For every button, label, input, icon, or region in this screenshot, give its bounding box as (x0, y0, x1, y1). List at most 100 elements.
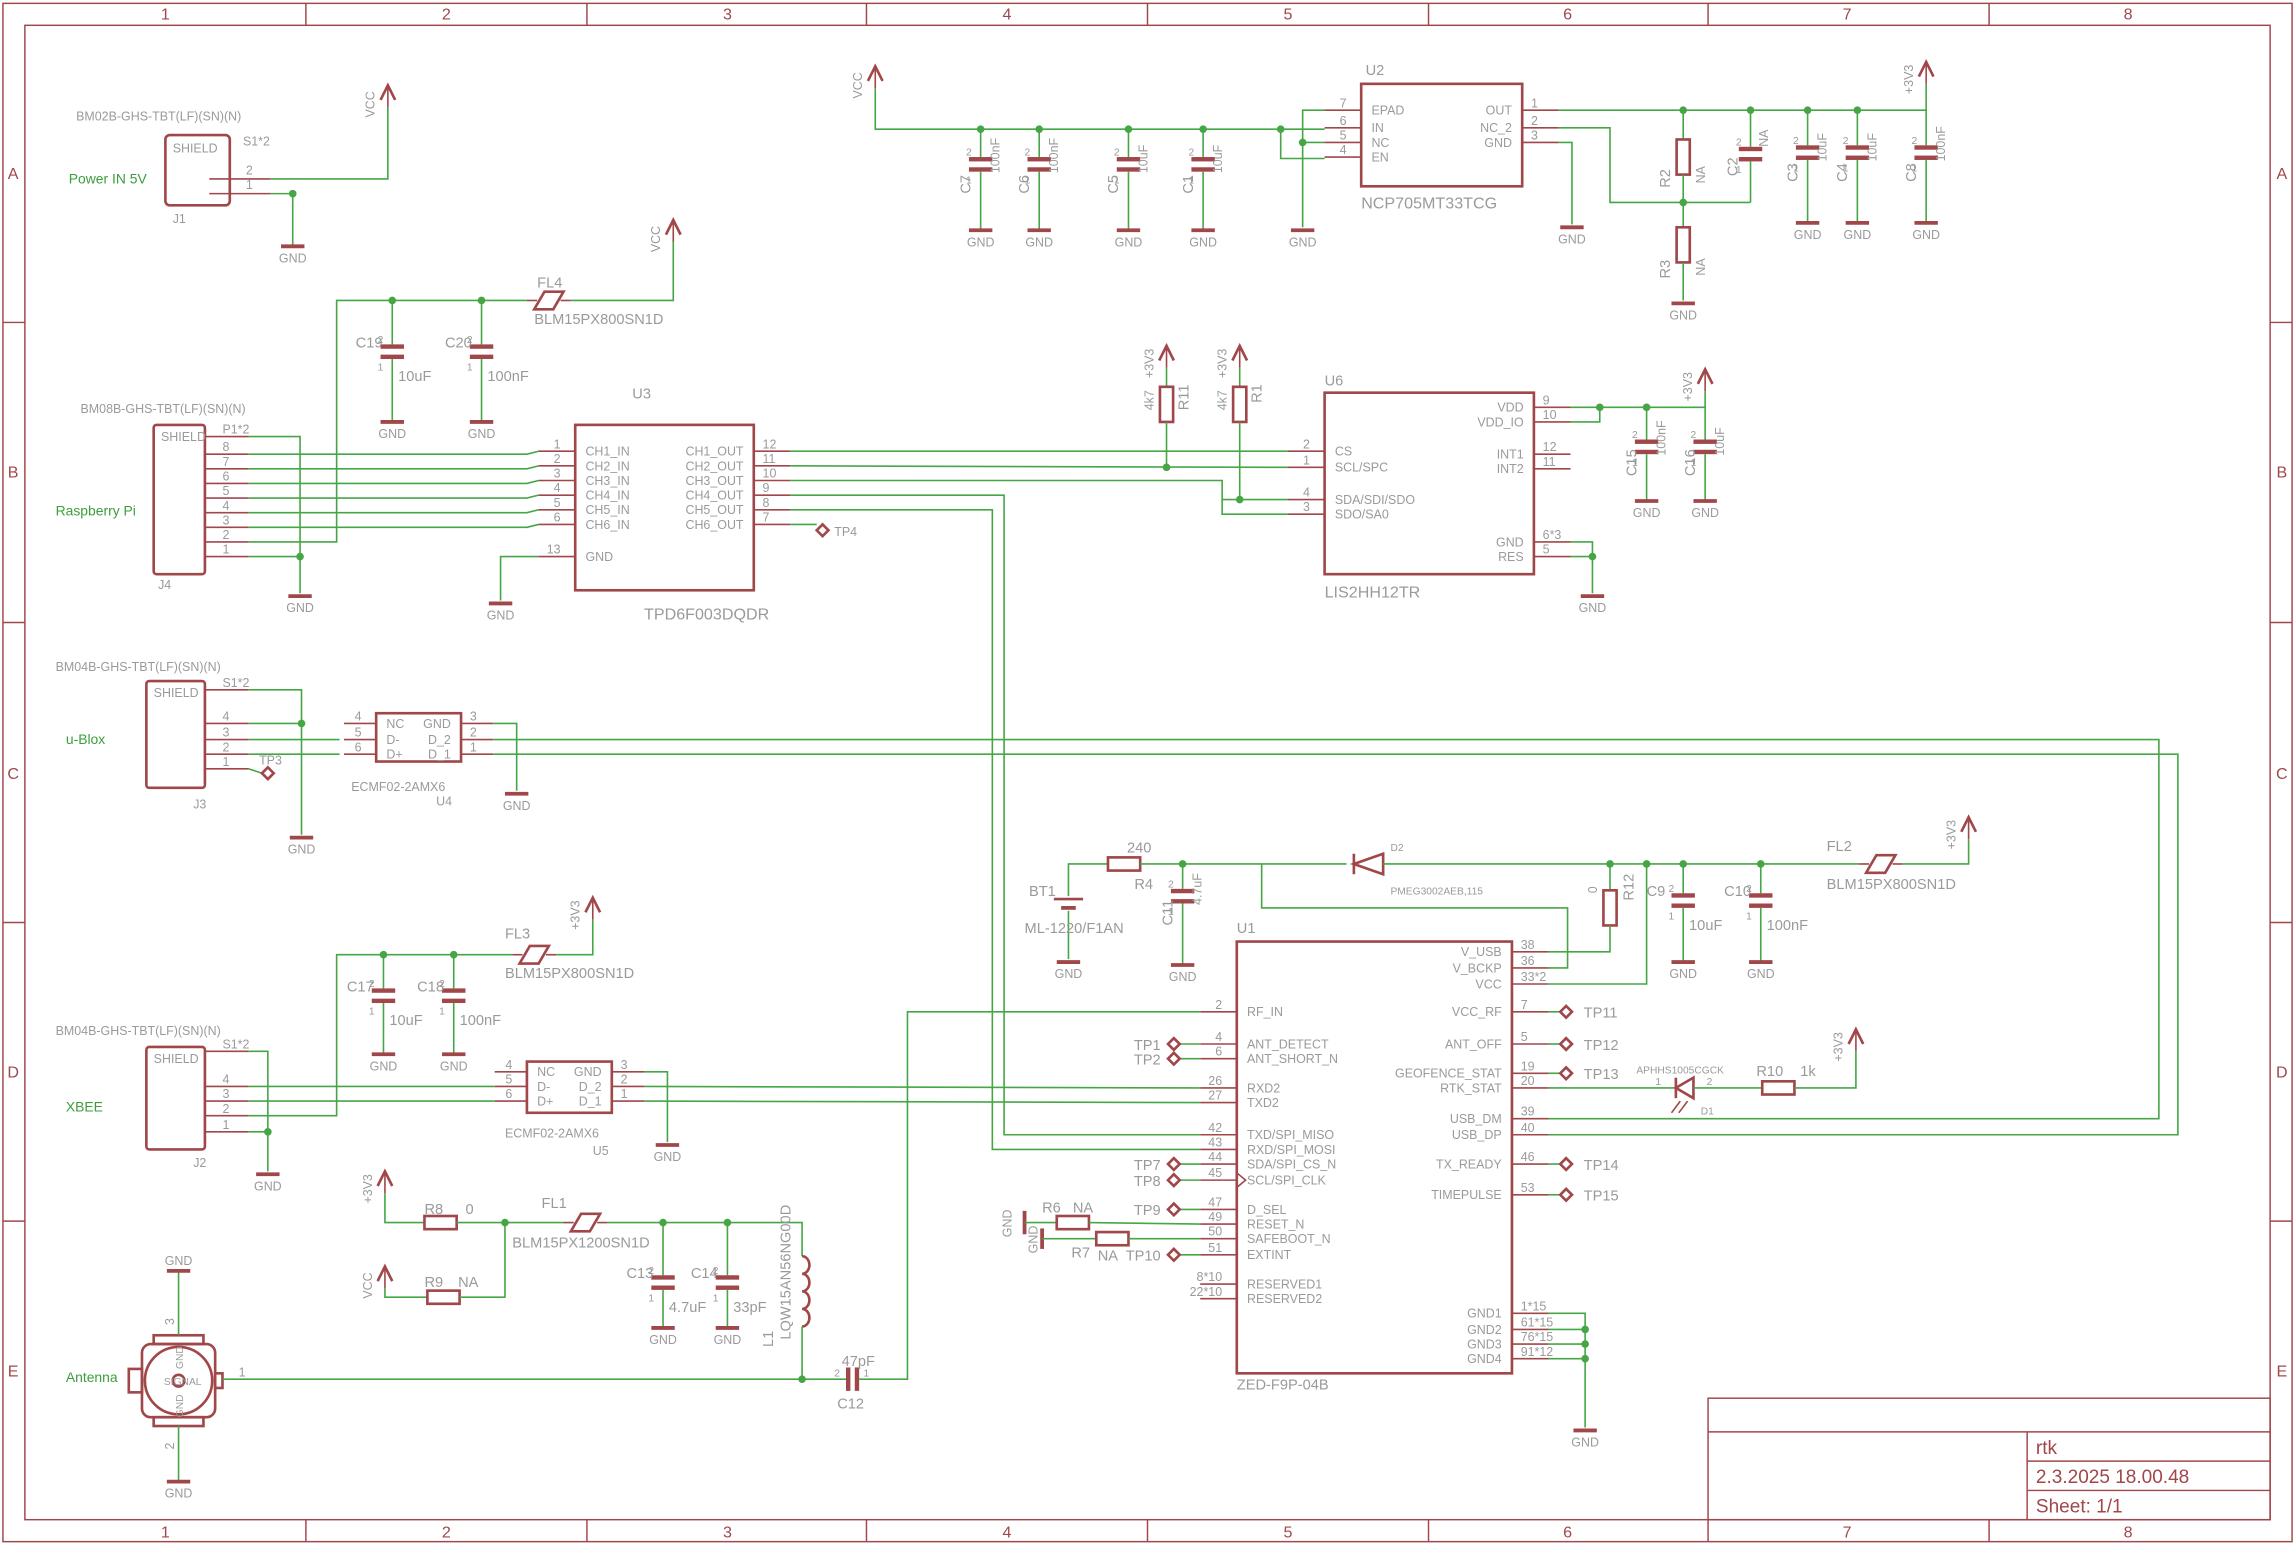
pin-name: RXD2 (1247, 1081, 1280, 1095)
pin-number: 76*15 (1521, 1330, 1554, 1344)
column-label: 3 (723, 1523, 732, 1541)
pin-name: VDD_IO (1477, 415, 1524, 429)
pin-number: 8 (763, 496, 770, 510)
label: 10uF (389, 1013, 422, 1029)
ferrite-bead-symbol (517, 944, 552, 965)
label: GND (175, 1346, 186, 1369)
label: BLM15PX800SN1D (1827, 877, 1956, 893)
wire (248, 494, 539, 499)
pin-number: 6 (505, 1087, 512, 1101)
pin-name: D- (537, 1080, 550, 1094)
test-point-icon (814, 522, 831, 538)
antenna-tab (213, 1372, 224, 1390)
pin-number: 2 (1215, 998, 1222, 1012)
pin-number: 53 (1521, 1181, 1535, 1195)
label: R2 (1658, 169, 1674, 188)
wire (499, 555, 539, 601)
pin-name: USB_DP (1452, 1128, 1502, 1142)
pin-number: 9 (763, 481, 770, 495)
pin-number: 2 (1025, 148, 1031, 159)
column-label: 3 (723, 5, 732, 23)
pin-number: 3 (554, 467, 561, 481)
test-point-icon (1558, 1065, 1574, 1081)
label: C6 (1017, 175, 1033, 194)
pin-number: 1 (222, 755, 229, 769)
pin-number: 4 (222, 710, 229, 724)
pin-number: 6 (554, 510, 561, 524)
pin-number: 3 (1303, 500, 1310, 514)
pin-name: CH3_IN (585, 474, 629, 488)
pin-name: RESET_N (1247, 1217, 1304, 1231)
label: NA (1073, 1200, 1094, 1216)
gnd-label: GND (1669, 309, 1697, 323)
column-label: 7 (1843, 5, 1852, 23)
pin-name: D- (386, 733, 399, 747)
pin-number: 1 (369, 1007, 375, 1018)
label: C7 (958, 175, 974, 194)
supply-label: +3V3 (1902, 65, 1916, 94)
label: APHHS1005CGCK (1636, 1065, 1724, 1076)
pin-name: SHIELD (154, 686, 199, 700)
gnd-label: GND (1633, 506, 1661, 520)
wire (1301, 109, 1325, 228)
label: 33pF (733, 1300, 766, 1316)
pin-number: 2 (1912, 136, 1918, 147)
label: C15 (1624, 449, 1640, 476)
junction-dot (1595, 403, 1604, 412)
pin-number: 10 (1543, 408, 1557, 422)
pin-name: INT2 (1497, 462, 1524, 476)
gnd-label: GND (714, 1333, 742, 1347)
column-label: 8 (2124, 1523, 2133, 1541)
pin-number: S1*2 (243, 134, 270, 148)
connector-body-j4 (152, 423, 207, 576)
label: BLM15PX1200SN1D (512, 1235, 649, 1251)
gnd-label: GND (649, 1333, 677, 1347)
pin-number: 27 (1208, 1089, 1222, 1103)
pin-number: 22*10 (1190, 1285, 1223, 1299)
capacitor-plate (854, 1367, 860, 1391)
gnd-label: GND (654, 1150, 682, 1164)
label: 240 (1127, 840, 1151, 856)
pin-name: RES (1498, 550, 1524, 564)
row-label: D (7, 1064, 19, 1082)
pin-number: 7 (222, 455, 229, 469)
column-label: 6 (1563, 1523, 1572, 1541)
junction-dot (1679, 198, 1688, 207)
part-value: ECMF02-2AMX6 (505, 1127, 599, 1141)
label: BLM15PX800SN1D (534, 312, 663, 328)
gnd-label: GND (254, 1179, 282, 1193)
gnd-label: GND (440, 1059, 468, 1073)
label: C11 (1160, 900, 1176, 926)
label: 2 (1707, 1077, 1713, 1088)
wire (493, 722, 518, 791)
capacitor-plate (1671, 893, 1695, 898)
pin-name: RXD/SPI_MOSI (1247, 1143, 1335, 1157)
ferrite-bead-symbol (531, 290, 566, 311)
wire (644, 1085, 1201, 1089)
pin-number: 2 (222, 528, 229, 542)
pin-number: 6 (1340, 114, 1347, 128)
test-point-label: TP8 (1134, 1174, 1161, 1190)
led-light-icon (1670, 1100, 1681, 1114)
capacitor-plate (651, 1285, 675, 1290)
wire (248, 450, 539, 455)
pin-name: NC (386, 717, 404, 731)
row-label: C (2276, 765, 2288, 783)
label: 4k7 (1216, 390, 1230, 410)
label: R9 (424, 1275, 443, 1291)
pin-number: 91*12 (1521, 1345, 1554, 1359)
capacitor-plate (442, 988, 466, 993)
pin-number: 1 (648, 1294, 654, 1305)
gnd-label: GND (1055, 967, 1083, 981)
gnd-label: GND (279, 251, 307, 265)
label: FL2 (1827, 839, 1852, 855)
pin-name: V_USB (1461, 945, 1502, 959)
pin-number: P1*2 (222, 423, 249, 437)
capacitor-plate (469, 354, 494, 360)
label: 10uF (1689, 918, 1722, 934)
capacitor-plate (1671, 903, 1695, 908)
wire (384, 1193, 425, 1224)
label: D1 (1701, 1106, 1714, 1117)
gnd-label: GND (378, 427, 406, 441)
pin-number: 1 (467, 363, 473, 374)
